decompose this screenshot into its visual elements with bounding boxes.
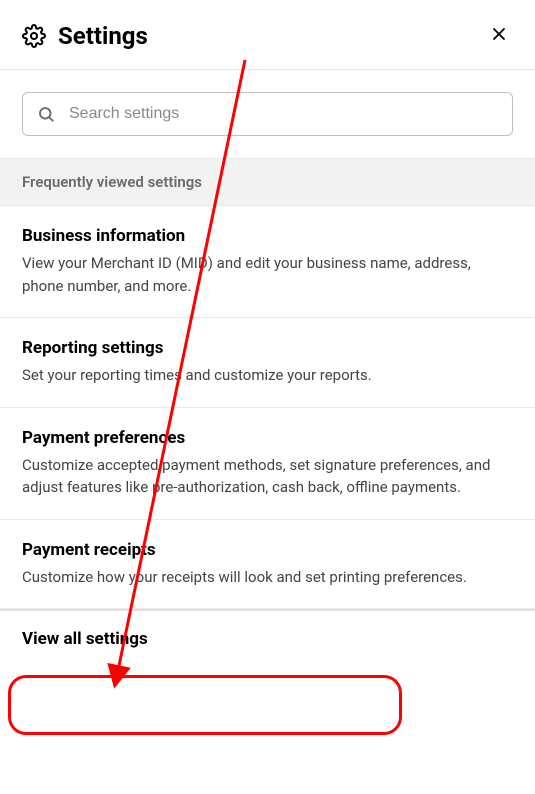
frequently-viewed-header: Frequently viewed settings bbox=[0, 158, 535, 206]
page-title: Settings bbox=[58, 22, 485, 50]
close-icon bbox=[489, 24, 509, 47]
settings-header: Settings bbox=[0, 0, 535, 70]
setting-desc: Set your reporting times and customize y… bbox=[22, 364, 513, 387]
view-all-settings-button[interactable]: View all settings bbox=[0, 609, 535, 667]
setting-title: Reporting settings bbox=[22, 338, 513, 358]
search-container bbox=[0, 70, 535, 158]
search-icon bbox=[37, 105, 55, 123]
setting-item-reporting-settings[interactable]: Reporting settings Set your reporting ti… bbox=[0, 318, 535, 408]
close-button[interactable] bbox=[485, 20, 513, 51]
setting-item-payment-receipts[interactable]: Payment receipts Customize how your rece… bbox=[0, 520, 535, 610]
setting-title: Payment receipts bbox=[22, 540, 513, 560]
setting-item-payment-preferences[interactable]: Payment preferences Customize accepted p… bbox=[0, 408, 535, 520]
search-box[interactable] bbox=[22, 92, 513, 136]
setting-title: Business information bbox=[22, 226, 513, 246]
search-input[interactable] bbox=[69, 105, 498, 123]
setting-item-business-information[interactable]: Business information View your Merchant … bbox=[0, 206, 535, 318]
annotation-highlight bbox=[8, 675, 402, 735]
gear-icon bbox=[22, 24, 46, 48]
setting-desc: Customize accepted payment methods, set … bbox=[22, 454, 513, 499]
setting-desc: Customize how your receipts will look an… bbox=[22, 566, 513, 589]
setting-desc: View your Merchant ID (MID) and edit you… bbox=[22, 252, 513, 297]
setting-title: Payment preferences bbox=[22, 428, 513, 448]
view-all-label: View all settings bbox=[22, 629, 513, 649]
